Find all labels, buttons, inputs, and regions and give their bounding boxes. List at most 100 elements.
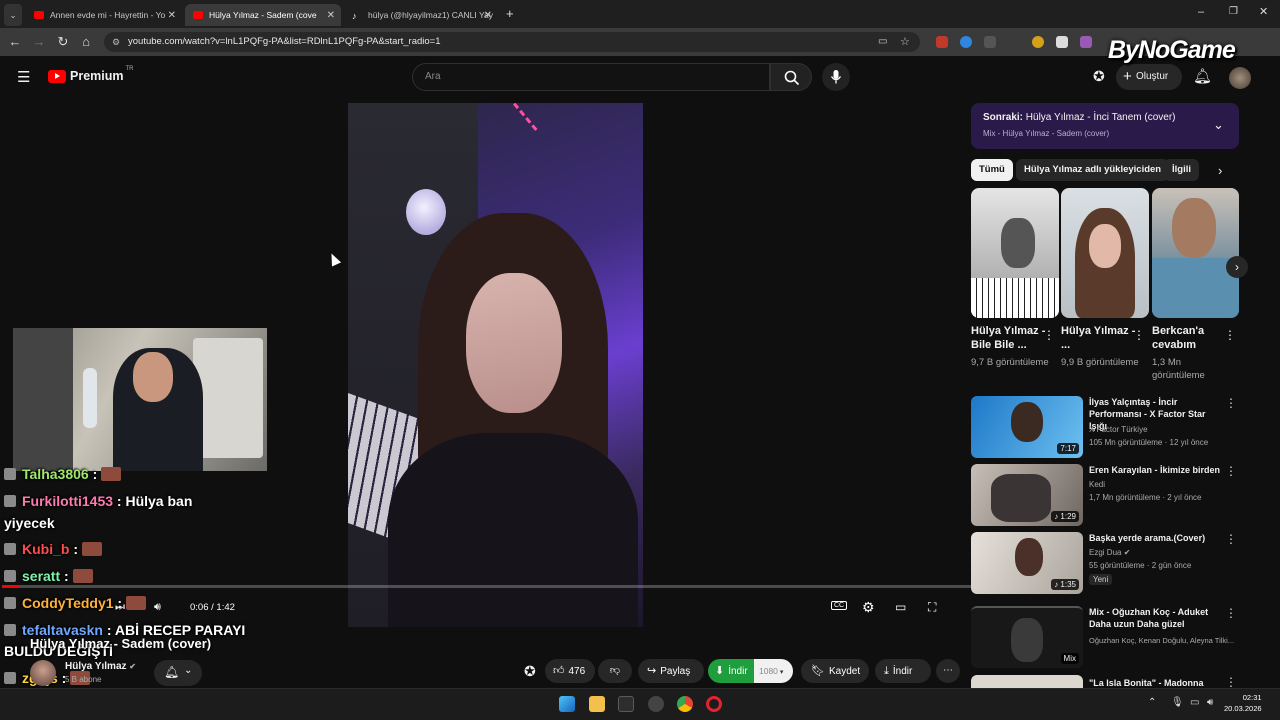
more-vertical-icon[interactable]: ⋮ bbox=[1225, 532, 1237, 546]
notifications-bell-icon[interactable]: 🔔︎ bbox=[1193, 67, 1212, 85]
minimize-button[interactable]: – bbox=[1198, 6, 1204, 18]
cast-icon[interactable]: ▭ bbox=[878, 32, 887, 52]
reload-icon[interactable]: ↻ bbox=[55, 34, 71, 50]
shelf-thumbnail[interactable] bbox=[1061, 188, 1149, 318]
shelf-title[interactable]: Hülya Yılmaz - ... bbox=[1061, 324, 1139, 352]
close-tab-icon[interactable]: ✕ bbox=[327, 10, 335, 21]
channel-name[interactable]: Hülya Yılmaz ✔ bbox=[65, 661, 136, 672]
url-field[interactable]: ⚙ youtube.com/watch?v=lnL1PQFg-PA&list=R… bbox=[104, 32, 920, 52]
recommendation-item[interactable]: "La Isla Bonita" - Madonna ⋮ bbox=[971, 675, 1239, 688]
site-info-icon[interactable]: ⚙ bbox=[112, 32, 120, 52]
close-window-button[interactable]: ✕ bbox=[1259, 5, 1268, 18]
extension-icon[interactable] bbox=[984, 36, 996, 48]
tray-network-icon[interactable]: ▭ bbox=[1190, 697, 1199, 708]
more-vertical-icon[interactable]: ⋮ bbox=[1133, 328, 1145, 342]
chat-text: yiyecek bbox=[4, 515, 55, 531]
extension-icon[interactable] bbox=[1056, 36, 1068, 48]
chevron-down-icon[interactable]: ⌄ bbox=[1213, 117, 1224, 133]
more-vertical-icon[interactable]: ⋮ bbox=[1225, 464, 1237, 478]
extension-icon[interactable] bbox=[936, 36, 948, 48]
tray-volume-icon[interactable]: 🔊︎ bbox=[1207, 697, 1213, 708]
more-vertical-icon[interactable]: ⋮ bbox=[1224, 328, 1236, 342]
fullscreen-icon[interactable]: ⛶ bbox=[928, 600, 936, 615]
extension-action-icon[interactable]: ✪ bbox=[524, 663, 536, 680]
voice-search-button[interactable] bbox=[822, 63, 850, 91]
more-actions-button[interactable]: ⋯ bbox=[936, 659, 960, 683]
chip-from-uploader[interactable]: Hülya Yılmaz adlı yükleyiciden bbox=[1016, 159, 1170, 181]
recommendation-item[interactable]: ♪ 1:29 Eren Karayılan - İkimize birden K… bbox=[971, 464, 1239, 526]
dislike-button[interactable]: 👎︎ bbox=[598, 659, 632, 683]
settings-gear-icon[interactable]: ⚙ bbox=[862, 599, 875, 616]
back-icon[interactable]: ← bbox=[7, 34, 23, 50]
terminal-icon[interactable] bbox=[618, 696, 634, 712]
tray-microphone-icon[interactable]: 🎙︎ bbox=[1171, 697, 1184, 708]
bookmark-star-icon[interactable]: ☆ bbox=[900, 32, 910, 52]
volume-icon[interactable]: 🔊︎ bbox=[154, 601, 161, 614]
shelf-next-button[interactable]: › bbox=[1226, 256, 1248, 278]
youtube-logo[interactable]: Premium TR bbox=[48, 66, 134, 83]
more-vertical-icon[interactable]: ⋮ bbox=[1225, 396, 1237, 410]
subscribed-bell-button[interactable]: 🔔︎ ⌄ bbox=[154, 660, 202, 686]
search-button[interactable] bbox=[770, 63, 812, 91]
new-tab-button[interactable]: + bbox=[506, 6, 514, 21]
premium-extension-icon[interactable]: ✪ bbox=[1093, 68, 1105, 85]
windows-start-icon[interactable] bbox=[559, 696, 575, 712]
thumb-face bbox=[1089, 224, 1121, 268]
taskbar-clock[interactable]: 02:31 20.03.2026 bbox=[1224, 692, 1262, 714]
shelf-thumbnail[interactable] bbox=[1152, 188, 1239, 318]
browser-tab-3[interactable]: ♪ hülya (@hlyayilmaz1) CANLI Yay ✕ bbox=[344, 4, 498, 26]
account-avatar[interactable] bbox=[1229, 67, 1251, 89]
browser-tab-2[interactable]: Hülya Yılmaz - Sadem (cove ✕ bbox=[185, 4, 341, 26]
bynogame-watermark: ByNoGame bbox=[1108, 36, 1236, 64]
theater-mode-icon[interactable]: ▭ bbox=[895, 600, 906, 614]
hamburger-menu-icon[interactable]: ☰ bbox=[17, 68, 30, 86]
chip-related[interactable]: İlgili bbox=[1164, 159, 1199, 181]
obs-icon[interactable] bbox=[648, 696, 664, 712]
file-explorer-icon[interactable] bbox=[589, 696, 605, 712]
extension-icon[interactable] bbox=[1080, 36, 1092, 48]
tab-label: hülya (@hlyayilmaz1) CANLI Yay bbox=[368, 10, 493, 20]
chrome-icon[interactable] bbox=[677, 696, 693, 712]
captions-icon[interactable]: CC bbox=[831, 601, 848, 610]
chip-all[interactable]: Tümü bbox=[971, 159, 1013, 181]
recommendation-item[interactable]: 7:17 İlyas Yalçıntaş - İncir Performansı… bbox=[971, 396, 1239, 458]
channel-avatar[interactable] bbox=[30, 660, 56, 686]
chevron-right-icon[interactable]: › bbox=[1218, 163, 1222, 178]
download-button[interactable]: ⤓ İndir bbox=[875, 659, 931, 683]
youtube-icon bbox=[34, 11, 44, 19]
extension-icon[interactable] bbox=[960, 36, 972, 48]
share-button[interactable]: ↪ Paylaş bbox=[638, 659, 704, 683]
chat-badge-icon bbox=[4, 672, 16, 684]
download-extension-button[interactable]: ⬇ İndir bbox=[708, 659, 754, 683]
shelf-title[interactable]: Berkcan'a cevabım bbox=[1152, 324, 1230, 352]
recommendation-item[interactable]: ♪ 1:35 Başka yerde arama.(Cover) Ezgi Du… bbox=[971, 532, 1239, 594]
browser-tab-1[interactable]: Annen evde mi - Hayrettin - Yo ✕ bbox=[26, 4, 182, 26]
chat-emote-icon bbox=[101, 467, 122, 481]
more-vertical-icon[interactable]: ⋮ bbox=[1225, 606, 1237, 620]
close-tab-icon[interactable]: ✕ bbox=[168, 10, 176, 21]
chat-message: CoddyTeddy1 : bbox=[4, 595, 146, 611]
quality-select[interactable]: 1080 ▾ bbox=[754, 659, 793, 683]
opera-icon[interactable] bbox=[706, 696, 722, 712]
video-progress-bar[interactable] bbox=[2, 585, 1002, 588]
create-button[interactable]: + Oluştur bbox=[1116, 64, 1182, 90]
extension-icon[interactable] bbox=[1032, 36, 1044, 48]
video-thumbnail: 7:17 bbox=[971, 396, 1083, 458]
maximize-button[interactable]: ❐ bbox=[1229, 6, 1238, 17]
like-button[interactable]: 👍︎ 476 bbox=[545, 659, 595, 683]
save-button[interactable]: 🔖︎ Kaydet bbox=[801, 659, 869, 683]
video-player[interactable] bbox=[348, 103, 643, 627]
forward-icon[interactable]: → bbox=[31, 34, 47, 50]
shelf-title[interactable]: Hülya Yılmaz - Bile Bile ... bbox=[971, 324, 1049, 352]
search-input[interactable]: Ara bbox=[412, 63, 770, 91]
tab-menu-button[interactable]: ⌄ bbox=[4, 4, 22, 26]
up-next-card[interactable]: Sonraki: Hülya Yılmaz - İnci Tanem (cove… bbox=[971, 103, 1239, 149]
home-icon[interactable]: ⌂ bbox=[78, 34, 94, 50]
close-tab-icon[interactable]: ✕ bbox=[484, 10, 492, 21]
chat-badge-icon bbox=[4, 495, 16, 507]
recommendation-item[interactable]: Mix Mix - Oğuzhan Koç - Aduket Daha uzun… bbox=[971, 606, 1239, 668]
shelf-thumbnail[interactable] bbox=[971, 188, 1059, 318]
more-vertical-icon[interactable]: ⋮ bbox=[1225, 675, 1237, 688]
tray-overflow-icon[interactable]: ⌃ bbox=[1148, 697, 1156, 708]
more-vertical-icon[interactable]: ⋮ bbox=[1043, 328, 1055, 342]
